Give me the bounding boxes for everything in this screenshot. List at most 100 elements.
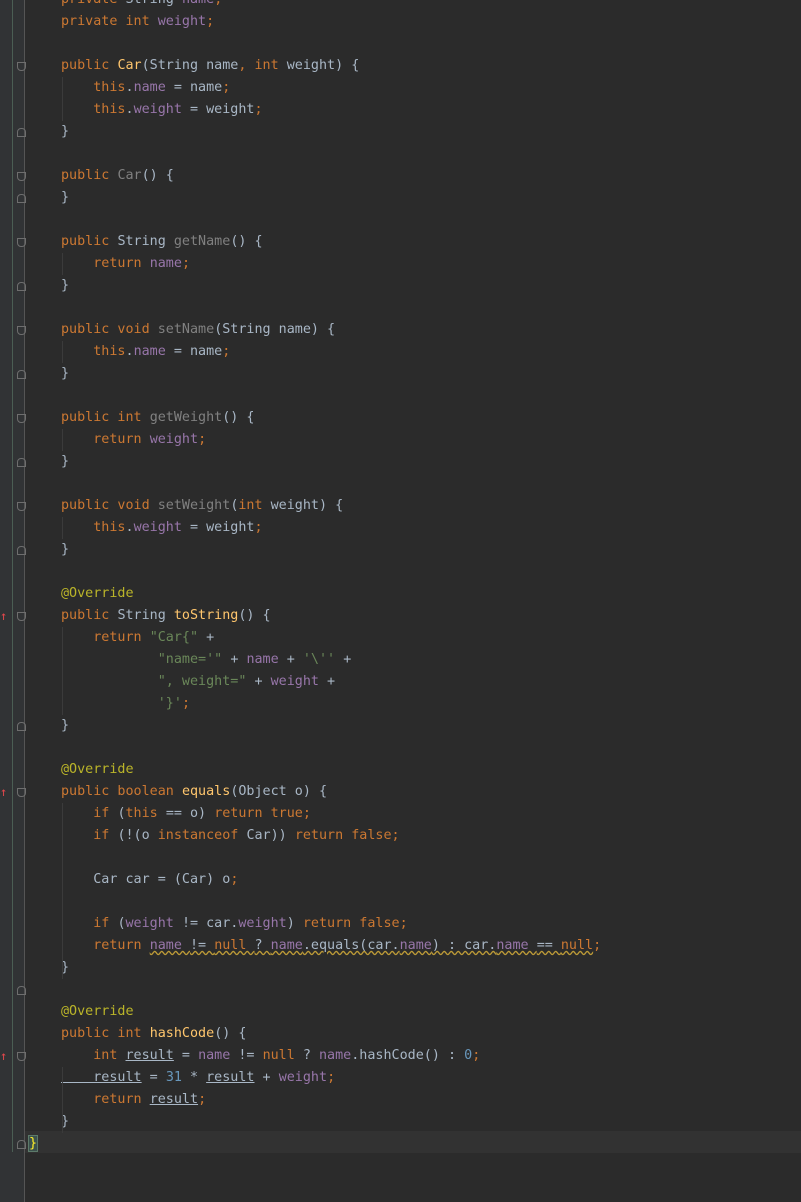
code-token: if	[61, 806, 118, 821]
code-token: }	[61, 278, 70, 293]
code-token: weight	[278, 1070, 328, 1085]
code-token: != car.	[181, 916, 239, 931]
code-text: return name;	[61, 253, 190, 275]
code-token: = weight	[190, 520, 255, 535]
indent-guide	[62, 517, 63, 539]
code-token: Car	[117, 58, 142, 73]
fold-collapse-icon[interactable]	[17, 62, 26, 71]
code-token: return	[61, 630, 150, 645]
code-token: ;	[327, 1070, 336, 1085]
code-token: getWeight	[149, 410, 223, 425]
code-token: () {	[230, 234, 263, 249]
code-token: name	[246, 652, 287, 667]
fold-collapse-icon[interactable]	[17, 414, 26, 423]
fold-end-icon[interactable]	[17, 458, 26, 467]
code-token: }	[27, 1135, 39, 1152]
fold-collapse-icon[interactable]	[17, 238, 26, 247]
code-token: = name	[173, 80, 223, 95]
override-arrow-icon[interactable]: ↑	[0, 609, 8, 623]
code-text: public int hashCode() {	[61, 1023, 246, 1045]
override-arrow-icon[interactable]: ↑	[0, 1049, 8, 1063]
code-token: public	[61, 608, 118, 623]
fold-end-icon[interactable]	[17, 282, 26, 291]
code-token: weight) {	[286, 58, 360, 73]
code-token: .	[125, 102, 134, 117]
code-token: public	[61, 234, 118, 249]
code-token: weight	[238, 916, 287, 931]
code-token: (	[117, 916, 126, 931]
fold-collapse-icon[interactable]	[17, 502, 26, 511]
code-token: public	[61, 58, 118, 73]
fold-collapse-icon[interactable]	[17, 612, 26, 621]
code-token: return false;	[294, 828, 400, 843]
code-token: getName	[173, 234, 231, 249]
code-token: public	[61, 168, 118, 183]
code-text: private int weight;	[61, 11, 214, 33]
code-token: int	[238, 498, 271, 513]
code-token: .	[125, 80, 134, 95]
code-text: }	[61, 539, 69, 561]
fold-end-icon[interactable]	[17, 986, 26, 995]
code-token: .hashCode() :	[351, 1048, 465, 1063]
code-text: @Override	[61, 1001, 134, 1023]
code-token: this	[61, 80, 126, 95]
code-token: +	[254, 674, 271, 689]
code-text: return "Car{" +	[61, 627, 214, 649]
code-token: ;	[230, 872, 239, 887]
code-token: this	[61, 344, 126, 359]
code-token: .equals(car.	[302, 938, 400, 953]
code-token: String	[117, 234, 174, 249]
code-token: return	[61, 432, 150, 447]
code-token: result	[125, 1048, 174, 1063]
code-token: weight	[125, 916, 182, 931]
fold-end-icon[interactable]	[17, 128, 26, 137]
fold-collapse-icon[interactable]	[17, 172, 26, 181]
code-token: )	[286, 916, 303, 931]
fold-end-icon[interactable]	[17, 194, 26, 203]
code-text: }	[61, 715, 69, 737]
fold-end-icon[interactable]	[17, 546, 26, 555]
code-text: public Car(String name, int weight) {	[61, 55, 359, 77]
code-token: equals	[181, 784, 231, 799]
code-token: return false;	[302, 916, 408, 931]
code-token: ;	[254, 520, 263, 535]
code-token: name	[270, 938, 303, 953]
fold-collapse-icon[interactable]	[17, 1052, 26, 1061]
code-token: ;	[254, 102, 263, 117]
code-token: public boolean	[61, 784, 182, 799]
code-text: "name='" + name + '\'' +	[61, 649, 352, 671]
code-token: return	[61, 938, 150, 953]
code-token: result	[149, 1092, 199, 1107]
code-token: setName	[157, 322, 215, 337]
fold-collapse-icon[interactable]	[17, 326, 26, 335]
code-token: +	[206, 630, 215, 645]
code-text: if (weight != car.weight) return false;	[61, 913, 408, 935]
code-token: result	[61, 1070, 142, 1085]
code-token: return	[61, 1092, 150, 1107]
code-token: name	[133, 344, 174, 359]
code-token: }	[61, 366, 70, 381]
code-token: '}'	[61, 696, 182, 711]
fold-collapse-icon[interactable]	[17, 788, 26, 797]
code-token: +	[254, 1070, 279, 1085]
code-token: ;	[181, 696, 190, 711]
code-text: }	[61, 275, 69, 297]
code-token: int	[61, 1048, 126, 1063]
code-text: @Override	[61, 759, 134, 781]
code-text: public int getWeight() {	[61, 407, 255, 429]
code-token: (Object o) {	[230, 784, 328, 799]
indent-guide	[62, 77, 63, 121]
fold-end-icon[interactable]	[17, 370, 26, 379]
code-token: Car	[117, 168, 142, 183]
code-token: instanceof	[157, 828, 247, 843]
code-token: if	[61, 916, 118, 931]
code-token: weight) {	[270, 498, 344, 513]
code-token: }	[61, 190, 70, 205]
override-arrow-icon[interactable]: ↑	[0, 785, 8, 799]
code-text: this.weight = weight;	[61, 517, 263, 539]
fold-end-icon[interactable]	[17, 722, 26, 731]
fold-end-icon[interactable]	[17, 1140, 26, 1149]
code-text: public void setName(String name) {	[61, 319, 335, 341]
code-token: weight	[157, 14, 207, 29]
code-text: }	[61, 187, 69, 209]
